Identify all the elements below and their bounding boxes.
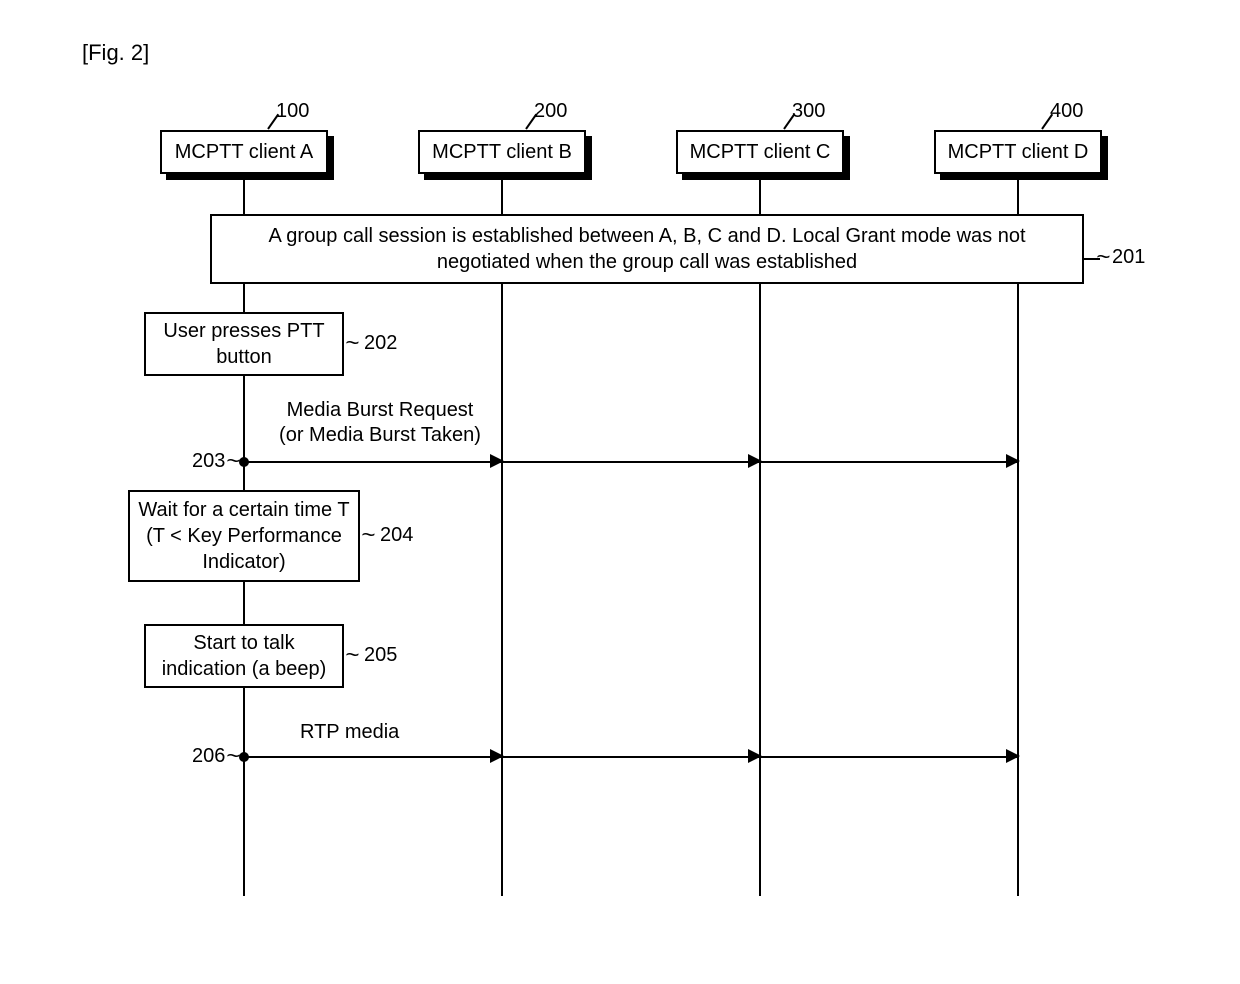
tilde-204: ~	[361, 522, 375, 548]
tilde-201: ~	[1096, 244, 1110, 270]
figure-label: [Fig. 2]	[82, 40, 149, 66]
note-202-text: User presses PTT button	[154, 318, 334, 370]
ref-206: 206	[192, 745, 225, 768]
tilde-206: ~	[226, 743, 240, 769]
participant-b-label: MCPTT client B	[418, 130, 586, 174]
ref-204: 204	[380, 524, 413, 547]
msg-203-line1: Media Burst Request	[287, 399, 474, 421]
arrow-206-b	[490, 749, 504, 763]
tilde-203: ~	[226, 448, 240, 474]
msg-203-line2: (or Media Burst Taken)	[279, 424, 481, 446]
arrow-206-c	[748, 749, 762, 763]
participant-a-label: MCPTT client A	[160, 130, 328, 174]
msg-206-label: RTP media	[300, 720, 399, 745]
ref-202: 202	[364, 332, 397, 355]
participant-c-label: MCPTT client C	[676, 130, 844, 174]
note-204-text: Wait for a certain time T (T < Key Perfo…	[138, 497, 350, 575]
note-205-text: Start to talk indication (a beep)	[154, 630, 334, 682]
line-203	[244, 461, 1017, 463]
note-201: A group call session is established betw…	[210, 214, 1084, 284]
ref-100: 100	[276, 100, 309, 123]
line-206	[244, 756, 1017, 758]
lifeline-d	[1017, 176, 1019, 896]
ref-203: 203	[192, 450, 225, 473]
arrow-203-d	[1006, 454, 1020, 468]
ref-205: 205	[364, 644, 397, 667]
participant-d-label: MCPTT client D	[934, 130, 1102, 174]
tilde-202: ~	[345, 330, 359, 356]
note-201-text: A group call session is established betw…	[220, 223, 1074, 275]
ref-400: 400	[1050, 100, 1083, 123]
ref-300: 300	[792, 100, 825, 123]
lifeline-b	[501, 176, 503, 896]
sequence-diagram: [Fig. 2] MCPTT client A 100 MCPTT client…	[0, 0, 1240, 984]
note-202: User presses PTT button	[144, 312, 344, 376]
ref-200: 200	[534, 100, 567, 123]
ref-201: 201	[1112, 246, 1145, 269]
tilde-205: ~	[345, 642, 359, 668]
lifeline-c	[759, 176, 761, 896]
arrow-206-d	[1006, 749, 1020, 763]
note-204: Wait for a certain time T (T < Key Perfo…	[128, 490, 360, 582]
arrow-203-b	[490, 454, 504, 468]
arrow-203-c	[748, 454, 762, 468]
note-205: Start to talk indication (a beep)	[144, 624, 344, 688]
msg-203-label: Media Burst Request (or Media Burst Take…	[260, 398, 500, 448]
